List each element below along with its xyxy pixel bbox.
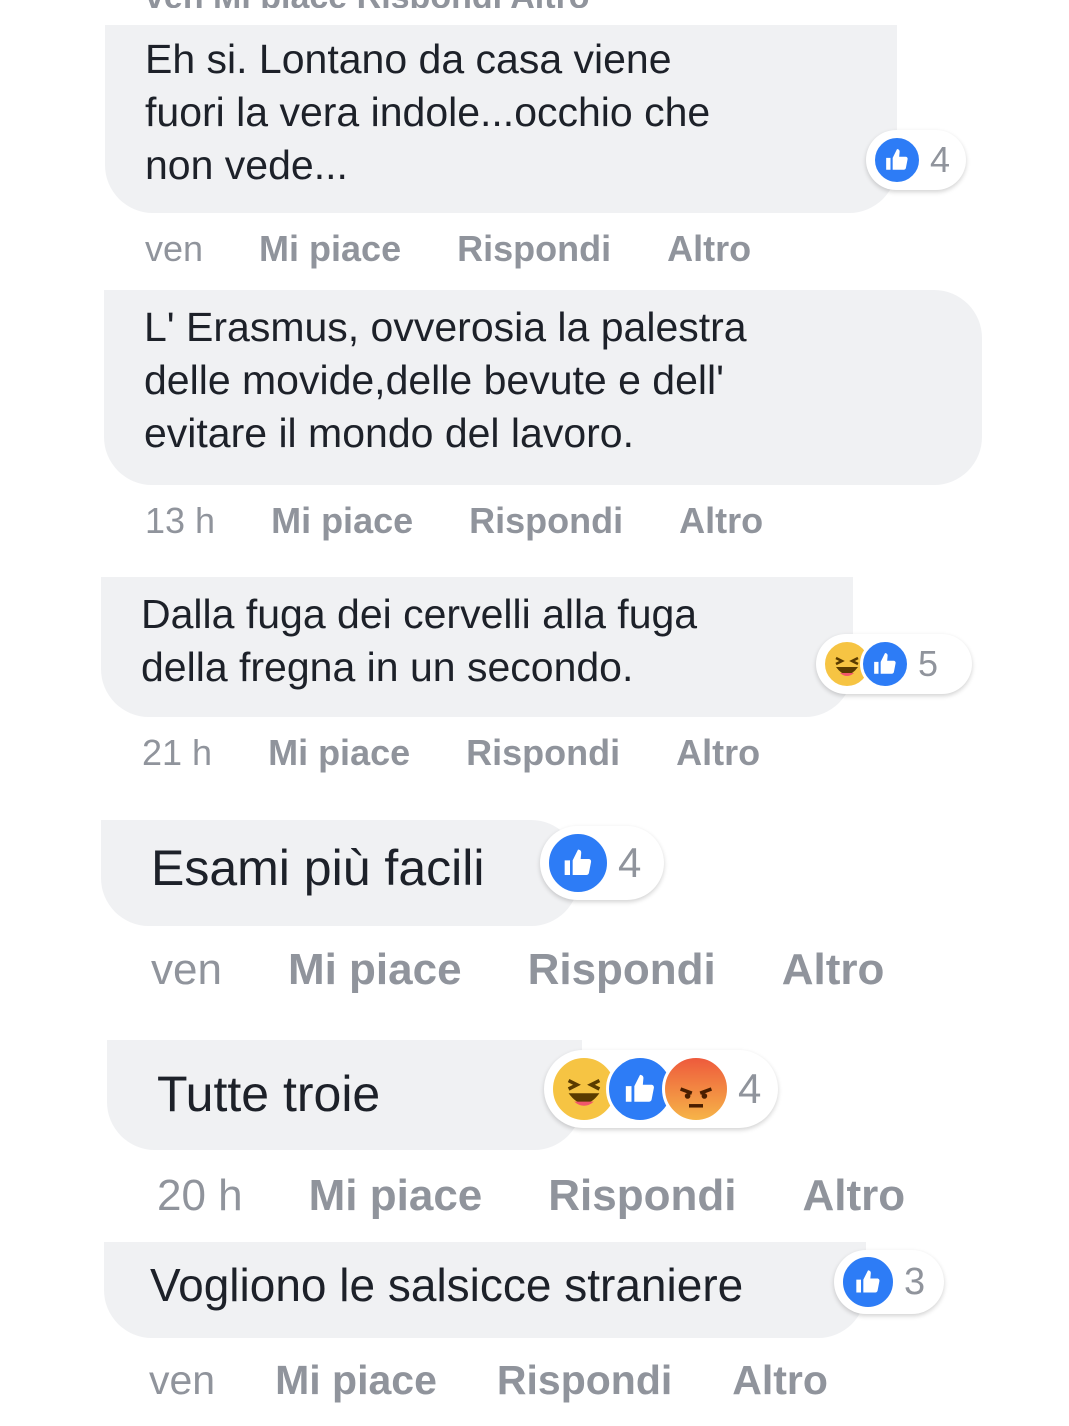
comment-actions: ven Mi piace Rispondi Altro <box>145 228 751 270</box>
like-reaction-icon <box>840 1254 896 1310</box>
like-link[interactable]: Mi piace <box>268 732 410 774</box>
reaction-count: 4 <box>738 1065 762 1112</box>
reaction-summary[interactable]: 5 <box>816 634 972 694</box>
reply-link[interactable]: Rispondi <box>497 1357 672 1404</box>
comment-text: Eh si. Lontano da casa viene fuori la ve… <box>145 36 711 188</box>
reply-link[interactable]: Rispondi <box>457 228 611 270</box>
like-link[interactable]: Mi piace <box>271 500 413 542</box>
more-link[interactable]: Altro <box>782 945 885 995</box>
like-link[interactable]: Mi piace <box>275 1357 437 1404</box>
comment-actions: 21 h Mi piace Rispondi Altro <box>142 732 760 774</box>
reaction-summary[interactable]: 3 <box>834 1250 944 1314</box>
more-link[interactable]: Altro <box>732 1357 828 1404</box>
comment-text: Esami più facili <box>151 840 485 896</box>
comment-bubble: Vogliono le salsicce straniere <box>104 1242 866 1338</box>
reaction-summary[interactable]: 4 <box>866 130 966 190</box>
comment-timestamp[interactable]: 13 h <box>145 500 215 542</box>
comment-bubble: Tutte troie <box>107 1040 582 1150</box>
like-link[interactable]: Mi piace <box>309 1171 483 1221</box>
comment-bubble: L' Erasmus, ovverosia la palestra delle … <box>104 290 982 485</box>
comment-text: Dalla fuga dei cervelli alla fuga della … <box>141 591 698 690</box>
reaction-count: 3 <box>904 1260 926 1303</box>
comment-timestamp[interactable]: ven <box>145 228 203 270</box>
comment-bubble: Eh si. Lontano da casa viene fuori la ve… <box>105 25 897 213</box>
reaction-count: 4 <box>618 839 642 886</box>
cut-off-actions-row: ven Mi piace Rispondi Altro <box>145 0 590 8</box>
reply-link[interactable]: Rispondi <box>469 500 623 542</box>
reply-link[interactable]: Rispondi <box>528 945 716 995</box>
angry-reaction-icon <box>662 1055 730 1123</box>
comment-actions: ven Mi piace Rispondi Altro <box>151 945 884 995</box>
comment-timestamp[interactable]: 21 h <box>142 732 212 774</box>
comment-timestamp[interactable]: ven <box>149 1357 215 1404</box>
comment-actions: ven Mi piace Rispondi Altro <box>149 1357 828 1404</box>
like-link[interactable]: Mi piace <box>259 228 401 270</box>
comment-text: L' Erasmus, ovverosia la palestra delle … <box>144 304 747 456</box>
reaction-summary[interactable]: 4 <box>544 1050 778 1128</box>
like-reaction-icon <box>872 135 922 185</box>
like-link[interactable]: Mi piace <box>288 945 462 995</box>
comment-timestamp[interactable]: ven <box>151 945 222 995</box>
more-link[interactable]: Altro <box>679 500 763 542</box>
comment-timestamp[interactable]: 20 h <box>157 1171 243 1221</box>
comment-actions: 13 h Mi piace Rispondi Altro <box>145 500 763 542</box>
more-link[interactable]: Altro <box>676 732 760 774</box>
like-reaction-icon <box>546 831 610 895</box>
reaction-count: 4 <box>930 139 951 180</box>
reaction-count: 5 <box>918 643 939 684</box>
more-link[interactable]: Altro <box>802 1171 905 1221</box>
more-link[interactable]: Altro <box>667 228 751 270</box>
reply-link[interactable]: Rispondi <box>466 732 620 774</box>
comment-actions: 20 h Mi piace Rispondi Altro <box>157 1171 905 1221</box>
comment-bubble: Dalla fuga dei cervelli alla fuga della … <box>101 577 853 717</box>
comment-bubble: Esami più facili <box>101 820 579 926</box>
comment-text: Vogliono le salsicce straniere <box>150 1259 744 1311</box>
comment-text: Tutte troie <box>157 1066 381 1122</box>
reply-link[interactable]: Rispondi <box>548 1171 736 1221</box>
like-reaction-icon <box>860 639 910 689</box>
reaction-summary[interactable]: 4 <box>540 826 664 900</box>
